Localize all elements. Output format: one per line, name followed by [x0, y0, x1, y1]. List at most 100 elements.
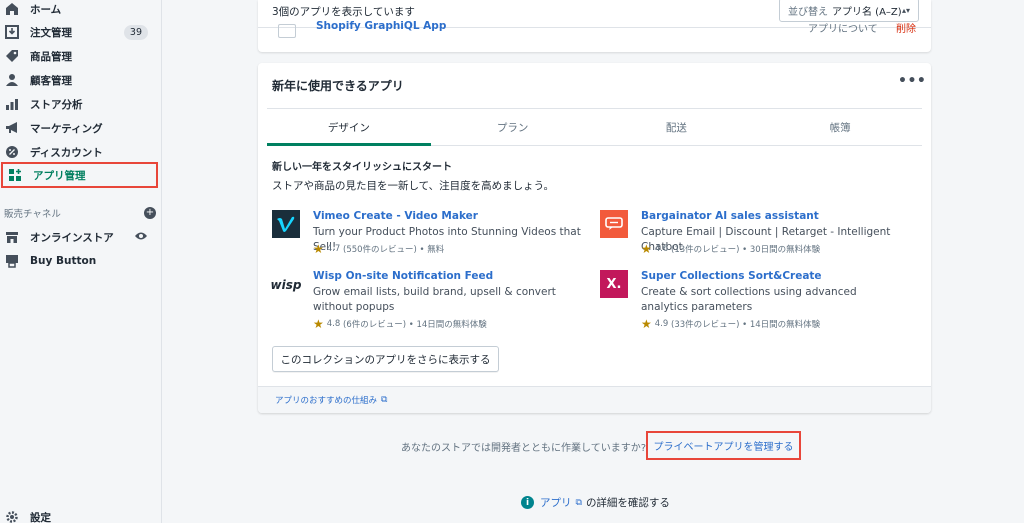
star-icon: ★: [641, 242, 652, 256]
sidebar-item-discounts[interactable]: ディスカウント: [0, 141, 158, 163]
collection-description: ストアや商品の見た目を一新して、注目度を高めましょう。: [272, 180, 555, 192]
orders-icon: [4, 24, 20, 40]
tag-icon: [4, 48, 20, 64]
select-arrows-icon: ▴▾: [901, 5, 910, 15]
megaphone-icon: [4, 120, 20, 136]
app-name[interactable]: Super Collections Sort&Create: [641, 270, 822, 282]
sidebar-item-buy-button[interactable]: Buy Button: [0, 250, 158, 272]
rating-value: 4.8: [326, 319, 341, 329]
app-description: Create & sort collections using advanced…: [641, 286, 857, 313]
app-rating: ★ 4.7 (550件のレビュー) • 無料: [313, 242, 444, 256]
sort-label: 並び替え: [788, 6, 828, 18]
app-rating: ★ 4.8 (6件のレビュー) • 14日間の無料体験: [313, 317, 487, 331]
sidebar-item-online-store[interactable]: オンラインストア: [0, 226, 158, 248]
star-icon: ★: [313, 242, 324, 256]
eye-icon[interactable]: [134, 230, 148, 245]
sidebar-item-home[interactable]: ホーム: [0, 0, 158, 20]
sidebar-item-customers[interactable]: 顧客管理: [0, 69, 158, 91]
installed-apps-card: 3個のアプリを表示しています 並び替え アプリ名 (A–Z) ▴▾ Shopif…: [258, 0, 931, 52]
installed-app-name[interactable]: Shopify GraphiQL App: [316, 20, 446, 32]
rating-meta: (33件のレビュー) • 14日間の無料体験: [671, 320, 821, 330]
more-actions-icon[interactable]: •••: [898, 73, 926, 89]
buy-button-icon: [4, 253, 20, 269]
vimeo-logo: [272, 210, 300, 238]
rating-value: 4.7: [326, 244, 341, 254]
developer-question: あなたのストアでは開発者とともに作業していますか?: [401, 443, 647, 454]
rating-value: 4.9: [654, 319, 669, 329]
app-rating: ★ 4.6 (13件のレビュー) • 30日間の無料体験: [641, 242, 820, 256]
app-collection-card: 新年に使用できるアプリ ••• デザイン プラン 配送 帳簿 新しい一年をスタイ…: [258, 63, 931, 413]
app-description: Grow email lists, build brand, upsell & …: [313, 286, 556, 313]
sidebar-item-apps[interactable]: アプリ管理: [1, 162, 158, 188]
super-collections-logo: X.: [600, 270, 628, 298]
manage-private-apps-link[interactable]: プライベートアプリを管理する: [646, 431, 801, 460]
app-listing-vimeo[interactable]: Vimeo Create - Video Maker Turn your Pro…: [272, 210, 592, 256]
collection-tabs: デザイン プラン 配送 帳簿: [267, 108, 922, 146]
rating-value: 4.6: [654, 244, 669, 254]
sidebar-item-analytics[interactable]: ストア分析: [0, 93, 158, 115]
external-link-icon: ⧉: [575, 497, 582, 508]
rating-meta: (550件のレビュー) • 無料: [343, 245, 445, 255]
apps-learn-link[interactable]: アプリ: [540, 495, 572, 510]
sidebar-item-label: オンラインストア: [30, 231, 114, 244]
star-icon: ★: [313, 317, 324, 331]
sort-select[interactable]: 並び替え アプリ名 (A–Z) ▴▾: [779, 0, 919, 22]
sidebar-item-label: 顧客管理: [30, 74, 72, 87]
sidebar: ホーム 注文管理 39 商品管理 顧客管理 ストア分析 マーケティング ディスカ…: [0, 0, 162, 523]
person-icon: [4, 72, 20, 88]
sales-channels-heading: 販売チャネル: [4, 209, 61, 220]
learn-more: i アプリ ⧉ の詳細を確認する: [521, 495, 670, 510]
sidebar-item-label: ホーム: [30, 3, 62, 16]
collection-heading: 新しい一年をスタイリッシュにスタート: [272, 162, 452, 173]
sidebar-item-label: アプリ管理: [33, 169, 86, 182]
tab-design[interactable]: デザイン: [267, 109, 431, 146]
tab-plan[interactable]: プラン: [431, 109, 595, 145]
app-listing-bargainator[interactable]: Bargainator AI sales assistant Capture E…: [600, 210, 920, 256]
apps-icon: [7, 167, 23, 183]
app-name[interactable]: Wisp On-site Notification Feed: [313, 270, 493, 282]
sidebar-item-label: Buy Button: [30, 255, 97, 267]
sidebar-item-label: ストア分析: [30, 98, 83, 111]
sidebar-item-label: ディスカウント: [30, 146, 103, 159]
rating-meta: (13件のレビュー) • 30日間の無料体験: [671, 245, 821, 255]
bargainator-logo: [600, 210, 628, 238]
sidebar-item-marketing[interactable]: マーケティング: [0, 117, 158, 139]
app-rating: ★ 4.9 (33件のレビュー) • 14日間の無料体験: [641, 317, 820, 331]
sales-channels-header: 販売チャネル +: [4, 206, 156, 220]
store-icon: [4, 229, 20, 245]
sort-value: アプリ名 (A–Z): [832, 6, 902, 18]
app-listing-wisp[interactable]: wisp Wisp On-site Notification Feed Grow…: [270, 270, 592, 331]
recommendation-info-link[interactable]: アプリのおすすめの仕組み: [275, 394, 377, 406]
sidebar-item-label: 注文管理: [30, 26, 72, 39]
delete-app-link[interactable]: 削除: [896, 20, 916, 35]
discount-icon: [4, 144, 20, 160]
tab-bookkeeping[interactable]: 帳簿: [758, 109, 922, 145]
add-channel-icon[interactable]: +: [144, 207, 156, 219]
app-placeholder-icon: [278, 24, 296, 38]
learn-suffix: の詳細を確認する: [585, 497, 670, 509]
orders-count-badge: 39: [123, 24, 148, 40]
sidebar-item-label: 設定: [30, 511, 51, 523]
app-name[interactable]: Vimeo Create - Video Maker: [313, 210, 478, 222]
rating-meta: (6件のレビュー) • 14日間の無料体験: [343, 320, 487, 330]
about-app-link[interactable]: アプリについて: [808, 20, 878, 35]
tab-shipping[interactable]: 配送: [595, 109, 759, 145]
app-name[interactable]: Bargainator AI sales assistant: [641, 210, 819, 222]
star-icon: ★: [641, 317, 652, 331]
info-icon: i: [521, 496, 534, 509]
collection-card-title: 新年に使用できるアプリ: [272, 79, 404, 93]
sidebar-item-label: マーケティング: [30, 122, 103, 135]
app-listing-super-collections[interactable]: X. Super Collections Sort&Create Create …: [600, 270, 920, 331]
show-more-apps-button[interactable]: このコレクションのアプリをさらに表示する: [272, 346, 499, 372]
sidebar-item-orders[interactable]: 注文管理 39: [0, 21, 158, 43]
bar-chart-icon: [4, 96, 20, 112]
gear-icon: [4, 509, 20, 523]
installed-app-row: Shopify GraphiQL App アプリについて 削除: [272, 20, 917, 38]
external-link-icon: ⧉: [381, 395, 388, 405]
home-icon: [4, 1, 20, 17]
sidebar-item-products[interactable]: 商品管理: [0, 45, 158, 67]
sidebar-item-label: 商品管理: [30, 50, 72, 63]
wisp-logo: wisp: [270, 278, 302, 292]
card-footer: アプリのおすすめの仕組み ⧉: [258, 386, 931, 413]
sidebar-item-settings[interactable]: 設定: [0, 506, 158, 523]
